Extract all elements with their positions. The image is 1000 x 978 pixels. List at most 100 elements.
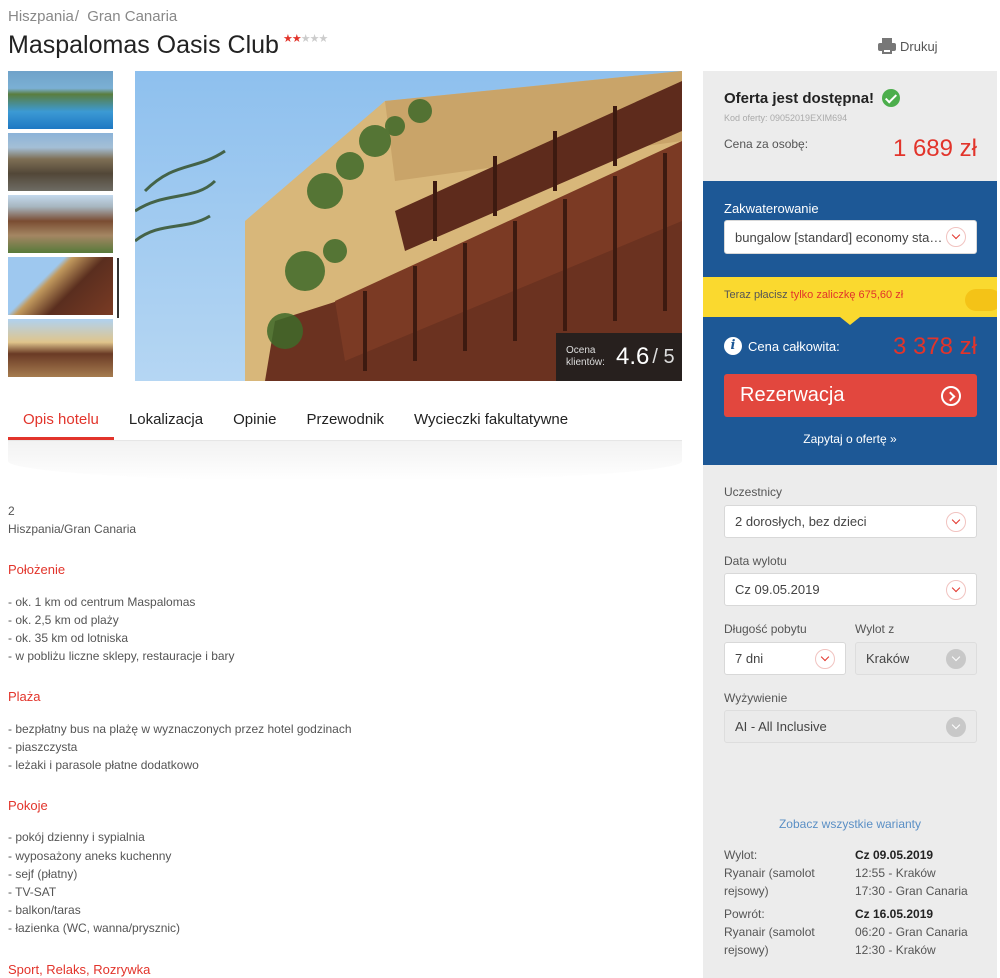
list-item: - pokój dzienny i sypialnia	[8, 830, 145, 845]
board-label: Wyżywienie	[724, 691, 788, 705]
breadcrumb-region[interactable]: Gran Canaria	[87, 8, 177, 25]
deposit-pointer	[840, 317, 860, 325]
tab-reviews[interactable]: Opinie	[218, 398, 291, 440]
return-date: Cz 16.05.2019	[855, 907, 934, 921]
return-departure: 06:20 - Gran Canaria	[855, 925, 968, 940]
departure-date-select[interactable]: Cz 09.05.2019	[724, 573, 977, 606]
accommodation-label: Zakwaterowanie	[724, 201, 819, 216]
deposit-amount: tylko zaliczkę 675,60 zł	[790, 289, 904, 301]
participants-label: Uczestnicy	[724, 485, 783, 499]
list-item: - leżaki i parasole płatne dodatkowo	[8, 758, 199, 773]
reserve-button[interactable]: Rezerwacja	[724, 374, 977, 417]
reserve-button-label: Rezerwacja	[740, 384, 845, 406]
outbound-flight: Wylot: Ryanair (samolot rejsowy) Cz 09.0…	[724, 846, 997, 902]
chevron-down-icon	[946, 579, 966, 600]
section-title-beach: Plaża	[8, 689, 41, 705]
breadcrumb: Hiszpania/ Gran Canaria	[8, 8, 177, 25]
availability-text: Oferta jest dostępna!	[724, 89, 875, 107]
arrow-right-circle-icon	[941, 386, 961, 406]
price-per-person: 1 689 zł	[892, 135, 977, 162]
info-icon[interactable]: i	[724, 337, 742, 355]
list-item: - łazienka (WC, wanna/prysznic)	[8, 921, 181, 936]
departure-from-value: Kraków	[866, 651, 910, 666]
main-hotel-photo[interactable]: Ocena klientów: 4.6 / 5	[135, 71, 682, 381]
tab-excursions[interactable]: Wycieczki fakultatywne	[399, 398, 583, 440]
return-flight: Powrót: Ryanair (samolot rejsowy) Cz 16.…	[724, 905, 997, 961]
title-row: Maspalomas Oasis Club ★★★★★	[8, 30, 328, 60]
participants-select[interactable]: 2 dorosłych, bez dzieci	[724, 505, 977, 538]
list-item: - balkon/taras	[8, 903, 81, 918]
ask-about-offer-link[interactable]: Zapytaj o ofertę »	[703, 432, 997, 446]
section-title-rooms: Pokoje	[8, 798, 48, 814]
chevron-down-icon	[946, 648, 966, 669]
hotel-tabs: Opis hotelu Lokalizacja Opinie Przewodni…	[8, 398, 682, 441]
gallery-thumbnail[interactable]	[8, 195, 113, 253]
list-item: - wyposażony aneks kuchenny	[8, 848, 172, 863]
stay-length-value: 7 dni	[735, 651, 764, 666]
tab-hotel-description[interactable]: Opis hotelu	[8, 398, 114, 440]
booking-sidebar: Oferta jest dostępna! Kod oferty: 090520…	[703, 71, 997, 978]
rating-label: Ocena klientów:	[566, 345, 605, 368]
availability-box	[703, 71, 997, 181]
list-item: - w pobliżu liczne sklepy, restauracje i…	[8, 649, 235, 664]
total-price-label-row: i Cena całkowita:	[724, 337, 840, 355]
list-item: - ok. 1 km od centrum Maspalomas	[8, 594, 196, 609]
gallery-thumbnail[interactable]	[8, 71, 113, 129]
customer-rating-badge: Ocena klientów: 4.6 / 5	[556, 333, 682, 381]
participants-value: 2 dorosłych, bez dzieci	[735, 514, 867, 529]
printer-icon	[878, 38, 896, 54]
accommodation-value: bungalow [standard] economy standard	[735, 229, 946, 245]
outbound-label: Wylot:	[724, 848, 758, 862]
print-button[interactable]: Drukuj	[878, 38, 938, 54]
section-title-sport: Sport, Relaks, Rozrywka	[8, 961, 151, 977]
outbound-airline: Ryanair (samolot rejsowy)	[724, 866, 815, 899]
total-price-label: Cena całkowita:	[748, 338, 840, 354]
star-empty-icon: ★	[300, 33, 311, 45]
tab-guide[interactable]: Przewodnik	[291, 398, 399, 440]
rating-max: / 5	[652, 345, 675, 368]
return-details: Powrót: Ryanair (samolot rejsowy)	[724, 905, 854, 960]
section-title-location: Położenie	[8, 562, 66, 578]
breadcrumb-country[interactable]: Hiszpania	[8, 8, 74, 25]
board-select[interactable]: AI - All Inclusive	[724, 710, 977, 743]
all-variants-link[interactable]: Zobacz wszystkie warianty	[703, 817, 997, 831]
hotel-stars: ★★★★★	[283, 32, 328, 45]
check-circle-icon	[882, 89, 901, 107]
total-price: 3 378 zł	[892, 333, 977, 360]
departure-date-value: Cz 09.05.2019	[735, 582, 820, 597]
departure-date-label: Data wylotu	[724, 554, 787, 568]
hotel-description: 2 Hiszpania/Gran Canaria Położenie - ok.…	[8, 502, 678, 978]
list-item: - TV-SAT	[8, 885, 57, 900]
deposit-info: Teraz płacisz tylko zaliczkę 675,60 zł	[724, 289, 903, 301]
chevron-down-icon	[946, 227, 966, 247]
departure-from-select[interactable]: Kraków	[855, 642, 977, 675]
thumbnail-scroll-indicator[interactable]	[117, 258, 119, 318]
return-label: Powrót:	[724, 907, 765, 921]
intro-location: Hiszpania/Gran Canaria	[8, 522, 137, 537]
return-arrival: 12:30 - Kraków	[855, 943, 936, 958]
outbound-details: Wylot: Ryanair (samolot rejsowy)	[724, 846, 854, 901]
print-label: Drukuj	[900, 38, 938, 54]
list-item: - ok. 35 km od lotniska	[8, 631, 129, 646]
gallery-thumbnail[interactable]	[8, 133, 113, 191]
hotel-name: Maspalomas Oasis Club	[8, 31, 279, 59]
offer-code: Kod oferty: 09052019EXIM694	[724, 113, 848, 123]
list-item: - sejf (płatny)	[8, 866, 78, 881]
gallery-thumbnail[interactable]	[8, 319, 113, 377]
rating-value: 4.6	[616, 343, 650, 370]
tab-location[interactable]: Lokalizacja	[114, 398, 218, 440]
outbound-times: Cz 09.05.2019 12:55 - Kraków 17:30 - Gra…	[855, 846, 995, 901]
stay-length-select[interactable]: 7 dni	[724, 642, 846, 675]
chevron-down-icon	[946, 511, 966, 532]
deposit-prefix: Teraz płacisz	[724, 289, 788, 301]
availability-status: Oferta jest dostępna!	[724, 89, 901, 107]
intro-stars: 2	[8, 504, 15, 518]
accommodation-select[interactable]: bungalow [standard] economy standard	[724, 220, 977, 254]
board-value: AI - All Inclusive	[735, 719, 827, 734]
star-filled-icon: ★	[291, 33, 302, 45]
list-item: - piaszczysta	[8, 739, 78, 754]
outbound-arrival: 17:30 - Gran Canaria	[855, 884, 968, 899]
chevron-down-icon	[815, 648, 835, 669]
gallery-thumbnail[interactable]	[7, 256, 114, 316]
return-airline: Ryanair (samolot rejsowy)	[724, 925, 815, 958]
